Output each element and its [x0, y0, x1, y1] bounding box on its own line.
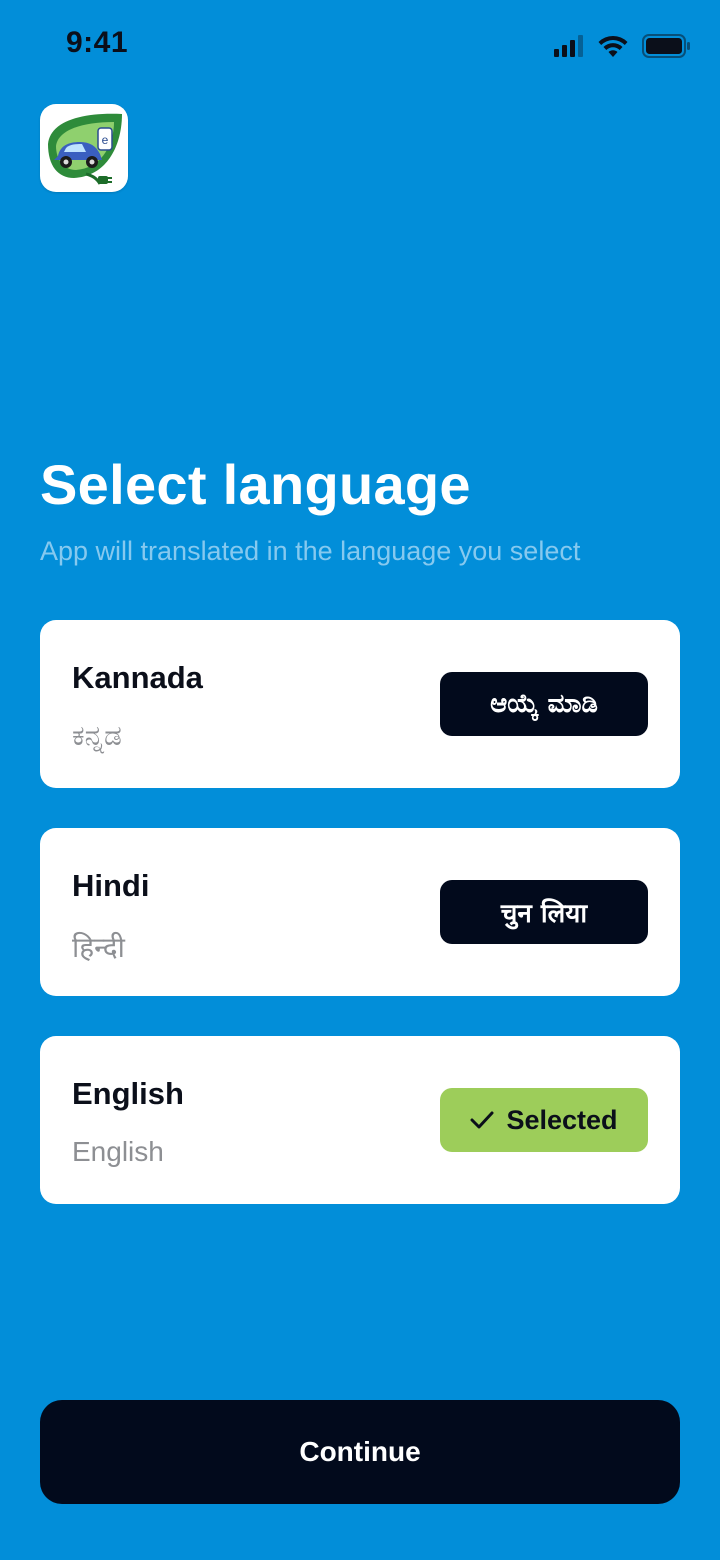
language-card-kannada[interactable]: Kannada ಕನ್ನಡ ಆಯ್ಕೆ ಮಾಡಿ: [40, 620, 680, 788]
language-name: English: [72, 1076, 184, 1111]
wifi-icon: [598, 35, 628, 57]
battery-icon: [642, 34, 690, 58]
svg-text:e: e: [102, 133, 109, 147]
language-card-hindi[interactable]: Hindi हिन्दी चुन लिया: [40, 828, 680, 996]
language-name: Hindi: [72, 868, 150, 903]
app-logo: e: [40, 104, 128, 192]
selected-label: Selected: [506, 1104, 618, 1135]
continue-button[interactable]: Continue: [40, 1400, 680, 1504]
english-selected-button[interactable]: Selected: [440, 1088, 648, 1152]
select-hindi-button[interactable]: चुन लिया: [440, 880, 648, 944]
select-kannada-button[interactable]: ಆಯ್ಕೆ ಮಾಡಿ: [440, 672, 648, 736]
language-native-name: ಕನ್ನಡ: [72, 720, 122, 751]
language-name: Kannada: [72, 660, 203, 695]
select-button-label: चुन लिया: [500, 899, 588, 929]
status-icons: [554, 34, 690, 58]
status-bar: 9:41: [0, 0, 720, 92]
language-native-name: English: [72, 1136, 164, 1167]
electric-car-leaf-logo-icon: e: [48, 113, 122, 185]
page-subtitle: App will translated in the language you …: [40, 536, 581, 566]
cellular-signal-icon: [554, 35, 583, 57]
select-button-label: ಆಯ್ಕೆ ಮಾಡಿ: [490, 688, 598, 719]
status-time: 9:41: [66, 26, 129, 59]
language-native-name: हिन्दी: [72, 932, 125, 963]
page-title: Select language: [40, 453, 471, 516]
checkmark-icon: [470, 1111, 494, 1129]
language-list: Kannada ಕನ್ನಡ ಆಯ್ಕೆ ಮಾಡಿ Hindi हिन्दी चु…: [40, 620, 680, 1244]
language-card-english[interactable]: English English Selected: [40, 1036, 680, 1204]
